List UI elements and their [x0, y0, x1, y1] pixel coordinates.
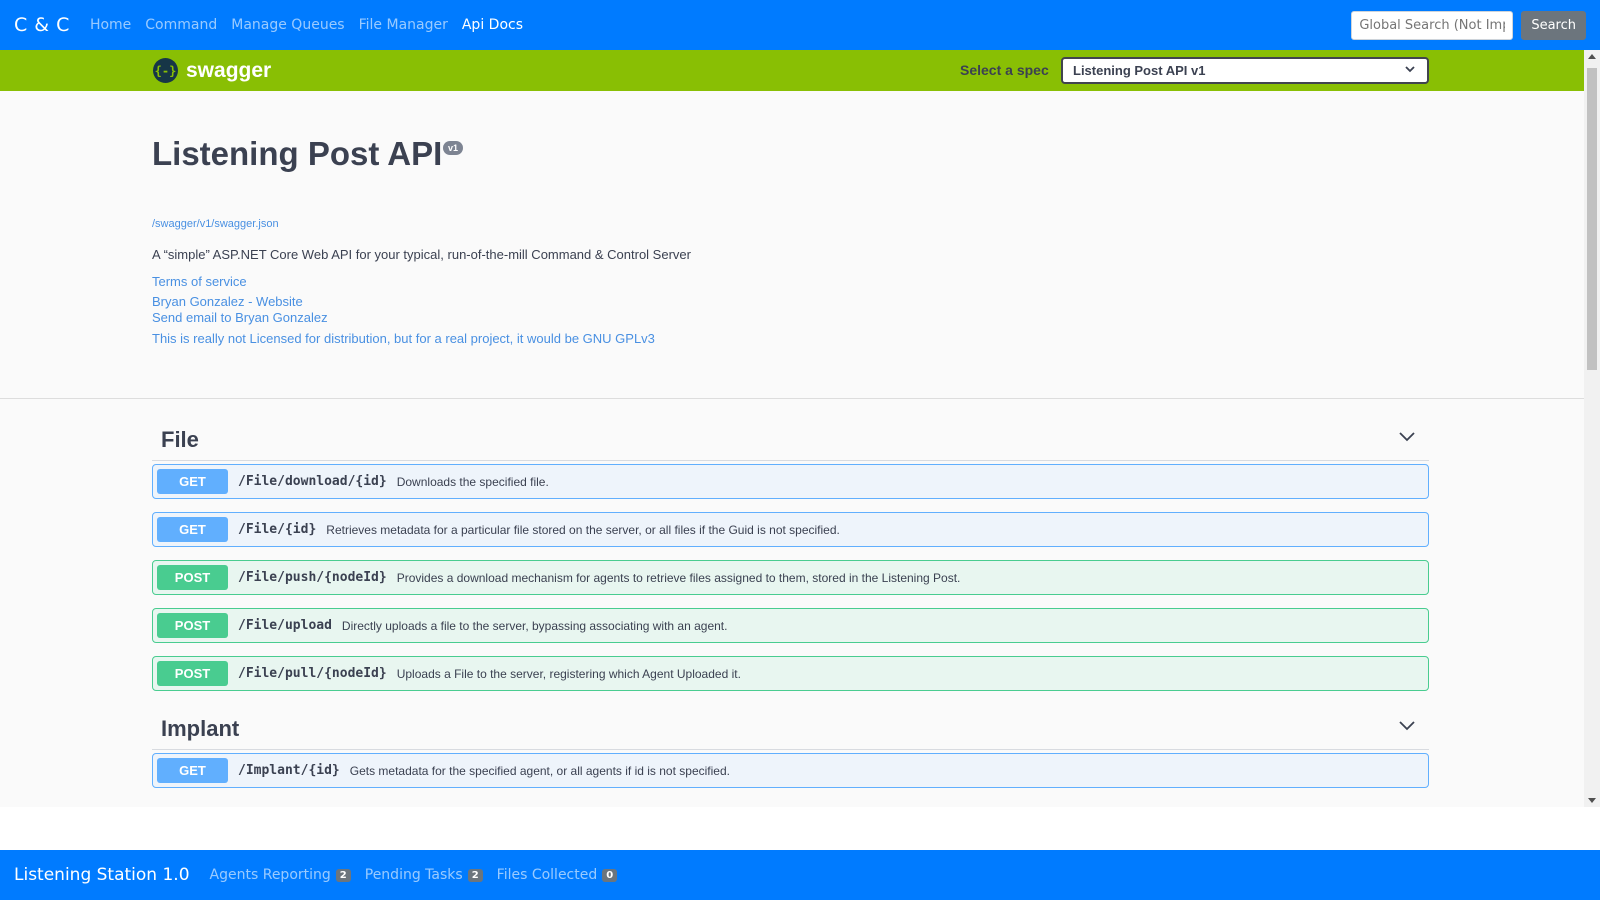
nav-file-manager[interactable]: File Manager	[359, 17, 448, 33]
nav-manage-queues[interactable]: Manage Queues	[231, 17, 344, 33]
op-post-file-push[interactable]: POST /File/push/{nodeId} Provides a down…	[152, 560, 1429, 595]
op-path: /File/pull/{nodeId}	[238, 666, 387, 681]
op-post-file-upload[interactable]: POST /File/upload Directly uploads a fil…	[152, 608, 1429, 643]
op-summary: Provides a download mechanism for agents…	[396, 570, 961, 585]
op-summary: Uploads a File to the server, registerin…	[396, 666, 741, 681]
frame-scrollbar[interactable]	[1584, 50, 1600, 807]
count-badge: 2	[467, 868, 483, 882]
swagger-topbar: {-} swagger Select a spec Listening Post…	[0, 50, 1584, 91]
swagger-logo-text: swagger	[186, 58, 272, 82]
op-get-file-id[interactable]: GET /File/{id} Retrieves metadata for a …	[152, 512, 1429, 547]
method-badge: POST	[157, 565, 228, 590]
count-badge: 2	[335, 868, 351, 882]
swagger-logo-icon: {-}	[153, 58, 178, 83]
footer-item-label: Pending Tasks	[364, 867, 463, 883]
scroll-down-icon[interactable]	[1588, 798, 1596, 803]
top-navbar: C & C Home Command Manage Queues File Ma…	[0, 0, 1600, 50]
op-get-file-download[interactable]: GET /File/download/{id} Downloads the sp…	[152, 464, 1429, 499]
license-link[interactable]: This is really not Licensed for distribu…	[152, 331, 655, 346]
search-button[interactable]: Search	[1521, 10, 1586, 40]
method-badge: GET	[157, 758, 228, 783]
page-title: Listening Post API	[152, 135, 443, 172]
chevron-down-icon	[1405, 63, 1415, 77]
api-info: Listening Post API v1 /swagger/v1/swagge…	[0, 91, 1584, 403]
scrollbar-thumb[interactable]	[1587, 68, 1597, 370]
nav-command[interactable]: Command	[145, 17, 217, 33]
op-path: /File/{id}	[238, 522, 317, 537]
swagger-logo[interactable]: {-} swagger	[153, 58, 271, 83]
op-path: /File/download/{id}	[238, 474, 387, 489]
count-badge: 0	[602, 868, 618, 882]
chevron-down-icon[interactable]	[1399, 718, 1415, 732]
footer-brand[interactable]: Listening Station 1.0	[14, 865, 190, 885]
footer-agents-reporting[interactable]: Agents Reporting 2	[210, 867, 351, 883]
op-summary: Directly uploads a file to the server, b…	[341, 618, 728, 633]
footer-item-label: Files Collected	[496, 867, 598, 883]
op-get-implant-id[interactable]: GET /Implant/{id} Gets metadata for the …	[152, 753, 1429, 788]
brand-logo[interactable]: C & C	[14, 14, 70, 36]
method-badge: GET	[157, 469, 228, 494]
version-badge: v1	[443, 141, 464, 155]
op-summary: Gets metadata for the specified agent, o…	[349, 763, 730, 778]
footer-pending-tasks[interactable]: Pending Tasks 2	[365, 867, 483, 883]
operations-section: File GET /File/download/{id} Downloads t…	[0, 398, 1584, 807]
chevron-down-icon[interactable]	[1399, 429, 1415, 443]
op-summary: Downloads the specified file.	[396, 474, 549, 489]
op-path: /File/push/{nodeId}	[238, 570, 387, 585]
global-search-input[interactable]	[1351, 10, 1514, 40]
terms-link[interactable]: Terms of service	[152, 274, 247, 289]
tag-file[interactable]: File	[152, 419, 1429, 461]
content-gap	[0, 807, 1600, 850]
method-badge: POST	[157, 613, 228, 638]
spec-select[interactable]: Listening Post API v1	[1061, 57, 1429, 84]
footer-files-collected[interactable]: Files Collected 0	[497, 867, 618, 883]
spec-label: Select a spec	[960, 62, 1049, 78]
tag-implant[interactable]: Implant	[152, 708, 1429, 750]
method-badge: POST	[157, 661, 228, 686]
nav-api-docs[interactable]: Api Docs	[462, 17, 523, 33]
method-badge: GET	[157, 517, 228, 542]
swagger-json-link[interactable]: /swagger/v1/swagger.json	[152, 218, 279, 230]
tag-implant-name: Implant	[161, 716, 240, 741]
contact-email-link[interactable]: Send email to Bryan Gonzalez	[152, 310, 328, 325]
footer-bar: Listening Station 1.0 Agents Reporting 2…	[0, 850, 1600, 900]
tag-file-name: File	[161, 427, 199, 452]
op-path: /Implant/{id}	[238, 763, 340, 778]
scroll-up-icon[interactable]	[1588, 54, 1596, 59]
spec-selected-value: Listening Post API v1	[1073, 63, 1206, 78]
api-description: A “simple” ASP.NET Core Web API for your…	[152, 247, 691, 262]
op-summary: Retrieves metadata for a particular file…	[326, 522, 840, 537]
op-post-file-pull[interactable]: POST /File/pull/{nodeId} Uploads a File …	[152, 656, 1429, 691]
op-path: /File/upload	[238, 618, 332, 633]
nav-home[interactable]: Home	[90, 17, 131, 33]
footer-item-label: Agents Reporting	[209, 867, 331, 883]
contact-website-link[interactable]: Bryan Gonzalez - Website	[152, 294, 303, 309]
